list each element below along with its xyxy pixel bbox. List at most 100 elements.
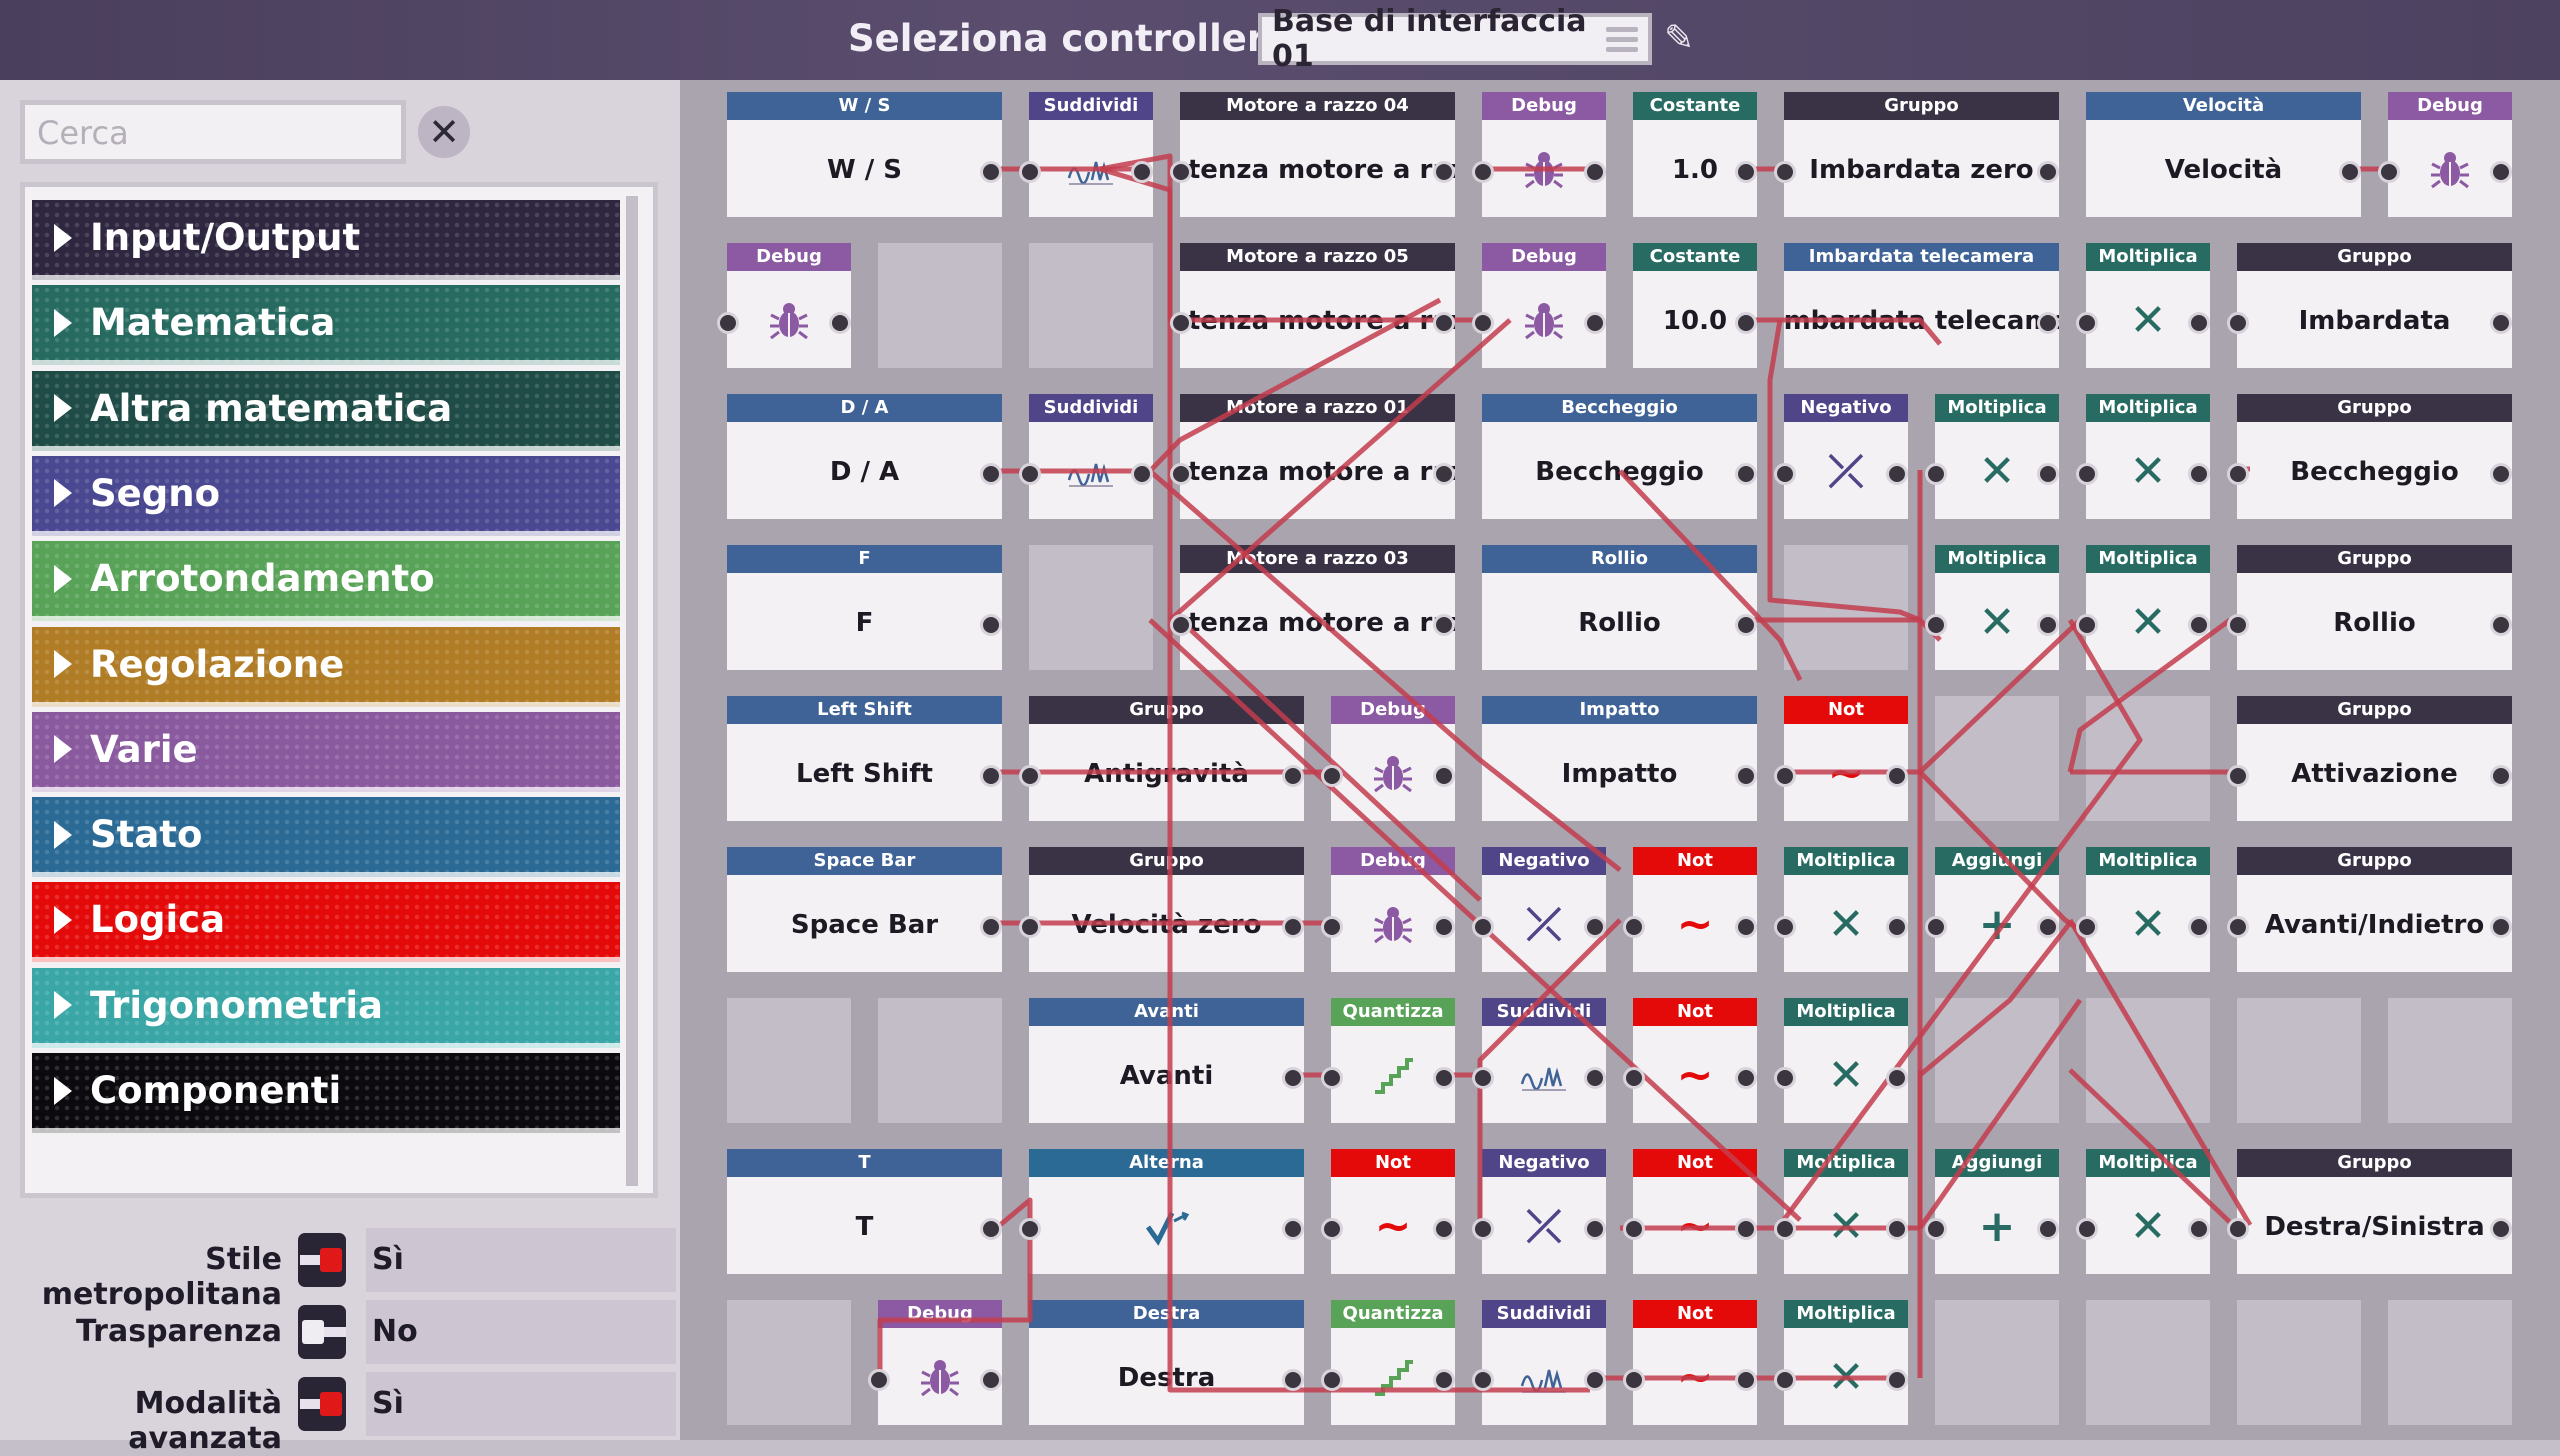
port[interactable] [1886, 1067, 1908, 1089]
node-debug[interactable]: Debug [878, 1300, 1002, 1425]
empty-slot[interactable] [2086, 1300, 2210, 1425]
node-w-s[interactable]: W / S W / S [727, 92, 1002, 217]
port[interactable] [2076, 916, 2098, 938]
port[interactable] [2188, 463, 2210, 485]
port[interactable] [2076, 614, 2098, 636]
node-moltiplica[interactable]: Moltiplica ✕ [1784, 998, 1908, 1123]
node-motore-a-razzo-03[interactable]: Motore a razzo 03 otenza motore a raz [1180, 545, 1455, 670]
port[interactable] [2037, 312, 2059, 334]
port[interactable] [980, 916, 1002, 938]
node-left-shift[interactable]: Left Shift Left Shift [727, 696, 1002, 821]
node-gruppo[interactable]: Gruppo Velocità zero [1029, 847, 1304, 972]
pencil-icon[interactable]: ✎ [1664, 18, 1694, 59]
port[interactable] [1925, 916, 1947, 938]
port[interactable] [1774, 161, 1796, 183]
option-value-stile-metropolitana[interactable]: Sì [366, 1228, 676, 1292]
node-suddividi[interactable]: Suddividi [1482, 1300, 1606, 1425]
empty-slot[interactable] [1935, 998, 2059, 1123]
category-regolazione[interactable]: Regolazione [32, 626, 620, 707]
empty-slot[interactable] [1029, 243, 1153, 368]
port[interactable] [1774, 1067, 1796, 1089]
port[interactable] [1735, 765, 1757, 787]
port[interactable] [1584, 916, 1606, 938]
port[interactable] [2037, 161, 2059, 183]
port[interactable] [2227, 463, 2249, 485]
port[interactable] [1433, 916, 1455, 938]
node-velocit[interactable]: Velocità Velocità [2086, 92, 2361, 217]
category-matematica[interactable]: Matematica [32, 285, 620, 366]
node-aggiungi[interactable]: Aggiungi + [1935, 847, 2059, 972]
port[interactable] [1735, 463, 1757, 485]
port[interactable] [2227, 614, 2249, 636]
node-gruppo[interactable]: Gruppo Antigravità [1029, 696, 1304, 821]
port[interactable] [1735, 614, 1757, 636]
port[interactable] [1886, 1369, 1908, 1391]
node-not[interactable]: Not ~ [1633, 998, 1757, 1123]
port[interactable] [2378, 161, 2400, 183]
empty-slot[interactable] [878, 243, 1002, 368]
port[interactable] [2076, 1218, 2098, 1240]
port[interactable] [1433, 1369, 1455, 1391]
node-avanti[interactable]: Avanti Avanti [1029, 998, 1304, 1123]
empty-slot[interactable] [727, 1300, 851, 1425]
port[interactable] [980, 463, 1002, 485]
port[interactable] [1321, 1067, 1343, 1089]
category-scrollbar[interactable] [626, 196, 638, 1186]
port[interactable] [1472, 1067, 1494, 1089]
port[interactable] [2227, 916, 2249, 938]
node-not[interactable]: Not ~ [1633, 847, 1757, 972]
port[interactable] [1282, 916, 1304, 938]
port[interactable] [1433, 614, 1455, 636]
node-moltiplica[interactable]: Moltiplica ✕ [2086, 1149, 2210, 1274]
port[interactable] [1623, 1369, 1645, 1391]
port[interactable] [980, 614, 1002, 636]
node-imbardata-telecamera[interactable]: Imbardata telecamera Imbardata telecame [1784, 243, 2059, 368]
port[interactable] [1584, 1067, 1606, 1089]
port[interactable] [980, 161, 1002, 183]
port[interactable] [2037, 1218, 2059, 1240]
port[interactable] [980, 1369, 1002, 1391]
port[interactable] [1131, 463, 1153, 485]
node-debug[interactable]: Debug [727, 243, 851, 368]
port[interactable] [1774, 463, 1796, 485]
node-gruppo[interactable]: Gruppo Beccheggio [2237, 394, 2512, 519]
port[interactable] [1321, 916, 1343, 938]
port[interactable] [1472, 1218, 1494, 1240]
port[interactable] [2188, 1218, 2210, 1240]
port[interactable] [2490, 1218, 2512, 1240]
port[interactable] [1735, 312, 1757, 334]
port[interactable] [1886, 1218, 1908, 1240]
port[interactable] [1584, 312, 1606, 334]
node-gruppo[interactable]: Gruppo Imbardata [2237, 243, 2512, 368]
port[interactable] [1019, 161, 1041, 183]
node-gruppo[interactable]: Gruppo Avanti/Indietro [2237, 847, 2512, 972]
port[interactable] [2490, 614, 2512, 636]
node-aggiungi[interactable]: Aggiungi + [1935, 1149, 2059, 1274]
node-gruppo[interactable]: Gruppo Attivazione [2237, 696, 2512, 821]
category-varie[interactable]: Varie [32, 711, 620, 792]
node-moltiplica[interactable]: Moltiplica ✕ [2086, 243, 2210, 368]
port[interactable] [1472, 1369, 1494, 1391]
port[interactable] [1321, 1218, 1343, 1240]
node-not[interactable]: Not ~ [1633, 1149, 1757, 1274]
port[interactable] [717, 312, 739, 334]
port[interactable] [1735, 916, 1757, 938]
port[interactable] [2490, 463, 2512, 485]
port[interactable] [1886, 765, 1908, 787]
port[interactable] [1282, 1067, 1304, 1089]
port[interactable] [2490, 161, 2512, 183]
port[interactable] [1472, 312, 1494, 334]
port[interactable] [1170, 161, 1192, 183]
node-costante[interactable]: Costante 10.0 [1633, 243, 1757, 368]
category-trigonometria[interactable]: Trigonometria [32, 967, 620, 1048]
node-not[interactable]: Not ~ [1784, 696, 1908, 821]
port[interactable] [2339, 161, 2361, 183]
port[interactable] [1282, 1218, 1304, 1240]
option-value-modalit-avanzata[interactable]: Sì [366, 1372, 676, 1436]
clear-search-button[interactable]: ✕ [418, 106, 470, 158]
port[interactable] [1735, 161, 1757, 183]
port[interactable] [2490, 916, 2512, 938]
port[interactable] [1472, 916, 1494, 938]
node-motore-a-razzo-01[interactable]: Motore a razzo 01 otenza motore a raz [1180, 394, 1455, 519]
port[interactable] [1433, 765, 1455, 787]
